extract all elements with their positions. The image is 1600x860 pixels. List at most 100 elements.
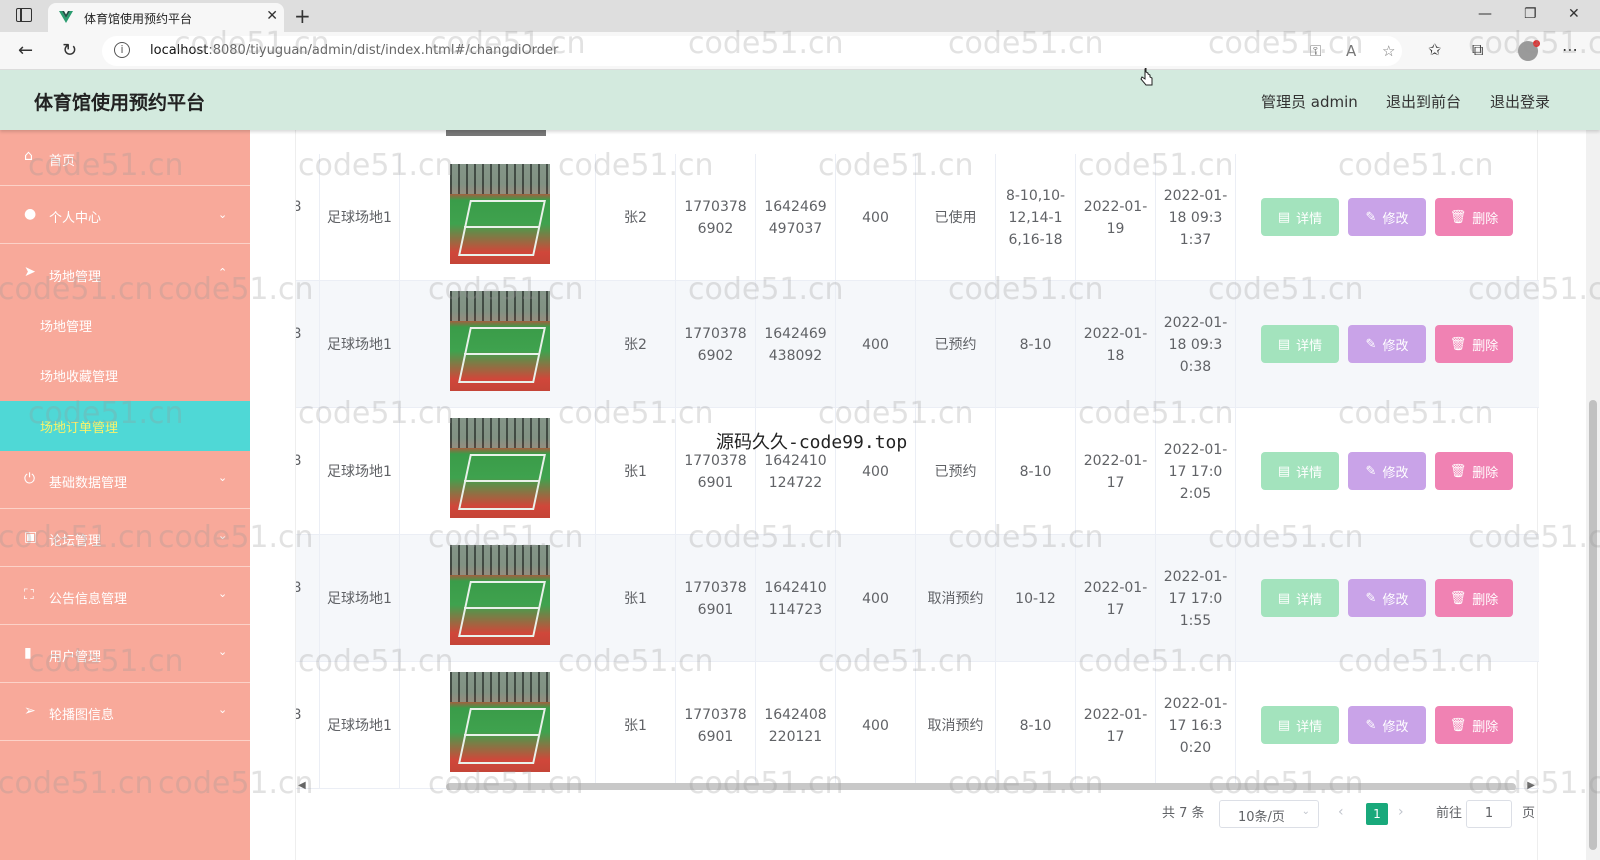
cell-venue: 足球场地1 <box>320 535 400 662</box>
button-label: 删除 <box>1472 719 1499 735</box>
delete-button[interactable]: 🗑 删除 <box>1435 579 1513 617</box>
cell-status: 取消预约 <box>916 662 996 789</box>
venue-photo <box>450 164 550 264</box>
sidebar-item-personal[interactable]: ● 个人中心 ⌄ <box>0 186 250 244</box>
collections-icon[interactable]: ⧉ <box>1472 40 1483 60</box>
cell-date: 2022-01-18 <box>1076 281 1156 408</box>
logout-link[interactable]: 退出登录 <box>1490 91 1550 112</box>
vertical-scroll-thumb[interactable] <box>1589 400 1597 850</box>
cell-created: 2022-01-18 09:30:38 <box>1156 281 1236 408</box>
sidebar-item-venue-mgmt[interactable]: ➤ 场地管理 ⌃ <box>0 244 250 300</box>
page-size-select[interactable]: 10条/页 ⌄ <box>1219 800 1319 828</box>
sidebar-item-basic-data[interactable]: ⏻ 基础数据管理 ⌄ <box>0 451 250 509</box>
edit-button[interactable]: ✎ 修改 <box>1348 452 1426 490</box>
venue-image-cell <box>400 281 596 408</box>
cell-phone: 17703786901 <box>676 662 756 789</box>
edit-button[interactable]: ✎ 修改 <box>1348 325 1426 363</box>
refresh-icon[interactable]: ↻ <box>62 40 77 61</box>
goto-page-input[interactable]: 1 <box>1466 800 1512 828</box>
read-aloud-icon[interactable]: A <box>1346 42 1356 60</box>
tab-actions-icon[interactable] <box>16 8 32 22</box>
cell-time-slot: 8-10 <box>996 408 1076 535</box>
detail-button[interactable]: ▤ 详情 <box>1261 579 1339 617</box>
cell-created: 2022-01-17 16:30:20 <box>1156 662 1236 789</box>
sidebar-item-users[interactable]: ▮ 用户管理 ⌄ <box>0 625 250 683</box>
site-info-icon[interactable]: i <box>114 42 130 58</box>
next-page-icon[interactable]: › <box>1398 804 1404 820</box>
key-icon[interactable]: ⚿ <box>1310 42 1321 60</box>
url-text: localhost:8080/tiyuguan/admin/dist/index… <box>150 43 558 58</box>
chevron-down-icon: ⌄ <box>218 529 228 542</box>
chevron-down-icon: ⌄ <box>218 471 228 484</box>
table-row: 38 9足球场地1 张1177037869011642408220121400取消… <box>296 662 1539 789</box>
delete-button[interactable]: 🗑 删除 <box>1435 325 1513 363</box>
home-icon: ⌂ <box>24 148 33 164</box>
detail-button[interactable]: ▤ 详情 <box>1261 325 1339 363</box>
page-vertical-scrollbar[interactable] <box>1586 130 1600 860</box>
cell-id: 38 9 <box>296 662 320 789</box>
document-icon: ▤ <box>1277 717 1291 733</box>
button-label: 删除 <box>1472 211 1499 227</box>
prev-page-icon[interactable]: ‹ <box>1338 804 1344 820</box>
scroll-left-icon[interactable]: ◀ <box>298 780 306 790</box>
trash-icon: 🗑 <box>1449 209 1467 225</box>
edit-button[interactable]: ✎ 修改 <box>1348 706 1426 744</box>
more-menu-icon[interactable]: ⋯ <box>1562 40 1578 59</box>
sidebar-item-notice[interactable]: ⛶ 公告信息管理 ⌄ <box>0 567 250 625</box>
sidebar-subitem-order-active[interactable]: 场地订单管理 <box>0 401 250 451</box>
sidebar-item-label: 场地管理 <box>49 270 102 285</box>
scroll-right-icon[interactable]: ▶ <box>1527 780 1535 790</box>
sidebar-item-home[interactable]: ⌂ 首页 <box>0 130 250 186</box>
trash-icon: 🗑 <box>1449 463 1467 479</box>
minimize-icon[interactable]: — <box>1478 6 1492 22</box>
cell-price: 400 <box>836 535 916 662</box>
cell-name: 张2 <box>596 281 676 408</box>
delete-button[interactable]: 🗑 删除 <box>1435 706 1513 744</box>
fence <box>450 545 550 575</box>
delete-button[interactable]: 🗑 删除 <box>1435 198 1513 236</box>
page-number-current[interactable]: 1 <box>1366 803 1388 825</box>
cell-venue: 足球场地1 <box>320 408 400 535</box>
chat-icon: ▣ <box>24 529 38 545</box>
fence <box>450 672 550 702</box>
trash-icon: 🗑 <box>1449 717 1467 733</box>
restore-icon[interactable]: ❐ <box>1524 6 1537 22</box>
bar-chart-icon: ▮ <box>24 645 32 661</box>
sidebar-item-carousel[interactable]: ➢ 轮播图信息 ⌄ <box>0 683 250 741</box>
new-tab-icon[interactable]: + <box>294 4 311 28</box>
cell-time-slot: 8-10 <box>996 662 1076 789</box>
sidebar-subitem-venue[interactable]: 场地管理 <box>0 300 250 350</box>
button-label: 详情 <box>1296 338 1323 354</box>
cell-date: 2022-01-17 <box>1076 408 1156 535</box>
pencil-icon: ✎ <box>1365 336 1377 352</box>
edit-button[interactable]: ✎ 修改 <box>1348 579 1426 617</box>
cell-order-no: 1642469497037 <box>756 154 836 281</box>
cell-phone: 17703786901 <box>676 535 756 662</box>
overlay-watermark-text: 源码久久-code99.top <box>716 432 908 453</box>
url-host: localhost <box>150 43 209 58</box>
document-icon: ▤ <box>1277 590 1291 606</box>
window-close-icon[interactable]: ✕ <box>1568 6 1580 22</box>
sidebar-item-forum[interactable]: ▣ 论坛管理 ⌄ <box>0 509 250 567</box>
detail-button[interactable]: ▤ 详情 <box>1261 706 1339 744</box>
delete-button[interactable]: 🗑 删除 <box>1435 452 1513 490</box>
detail-button[interactable]: ▤ 详情 <box>1261 198 1339 236</box>
table-horizontal-scrollbar[interactable]: ◀ ▶ <box>296 780 1539 790</box>
browser-tab[interactable]: 体育馆使用预约平台 ✕ <box>48 3 284 32</box>
button-label: 详情 <box>1296 592 1323 608</box>
order-table: 38 9足球场地1张2177037869021642469497037400已使… <box>296 130 1539 790</box>
court-lines <box>458 708 546 764</box>
pencil-icon: ✎ <box>1365 717 1377 733</box>
edit-button[interactable]: ✎ 修改 <box>1348 198 1426 236</box>
tab-close-icon[interactable]: ✕ <box>266 8 278 24</box>
venue-image-cell <box>400 662 596 789</box>
detail-button[interactable]: ▤ 详情 <box>1261 452 1339 490</box>
sidebar-subitem-collect[interactable]: 场地收藏管理 <box>0 350 250 400</box>
back-icon[interactable]: ← <box>18 40 33 61</box>
url-field[interactable]: i localhost:8080/tiyuguan/admin/dist/ind… <box>102 36 1402 66</box>
back-to-front-link[interactable]: 退出到前台 <box>1386 91 1461 112</box>
scroll-thumb[interactable] <box>446 783 1516 790</box>
add-favorite-icon[interactable]: ☆ <box>1382 42 1395 60</box>
cell-order-no: 1642469438092 <box>756 281 836 408</box>
favorites-icon[interactable]: ✩ <box>1428 40 1441 59</box>
